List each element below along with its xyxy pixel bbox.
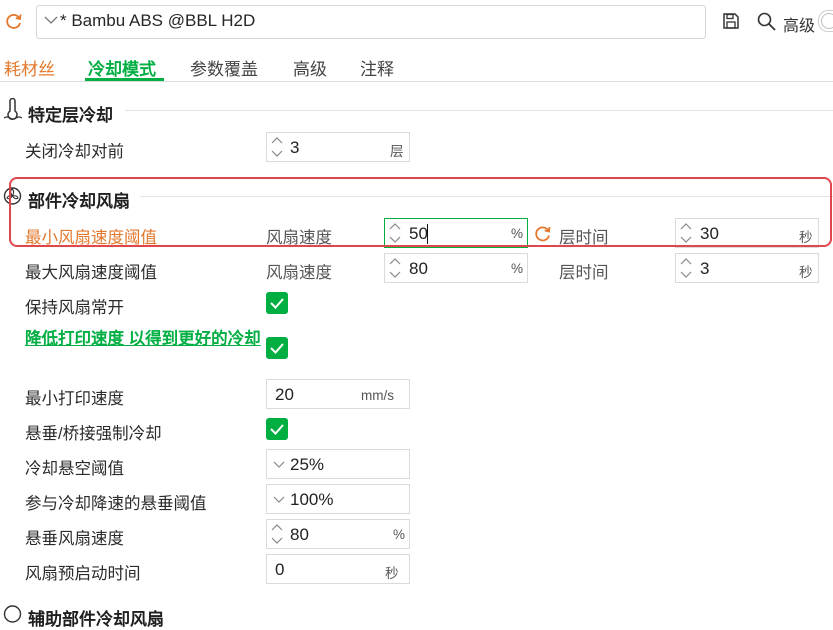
max-fan-speed-label: 风扇速度 bbox=[266, 264, 332, 282]
fan-icon bbox=[3, 605, 22, 623]
spinner-icon[interactable] bbox=[271, 135, 283, 159]
overhang-threshold-value: 25% bbox=[290, 455, 325, 474]
preset-name: * Bambu ABS @BBL H2D bbox=[60, 11, 256, 30]
overhang-fan-label: 悬垂风扇速度 bbox=[25, 530, 124, 548]
chevron-down-icon bbox=[273, 461, 285, 468]
max-fan-speed-unit: % bbox=[511, 261, 524, 276]
overhang-slow-select[interactable] bbox=[266, 484, 410, 514]
spinner-icon[interactable] bbox=[680, 256, 692, 280]
overhang-fan-value: 80 bbox=[290, 525, 309, 544]
checkmark-icon bbox=[270, 343, 284, 354]
max-fan-time-input[interactable] bbox=[675, 253, 819, 283]
tab-cooling[interactable]: 冷却模式 bbox=[88, 55, 156, 80]
spinner-icon[interactable] bbox=[271, 522, 283, 546]
tab-advanced[interactable]: 高级 bbox=[293, 55, 327, 80]
min-print-speed-label: 最小打印速度 bbox=[25, 390, 124, 408]
min-print-speed-value: 20 bbox=[275, 385, 294, 404]
fan-kickstart-unit: 秒 bbox=[385, 566, 399, 581]
advanced-mode-label: 高级 bbox=[783, 18, 816, 35]
overhang-force-checkbox[interactable] bbox=[266, 418, 288, 440]
section-divider bbox=[125, 110, 833, 111]
max-fan-time-unit: 秒 bbox=[799, 265, 813, 280]
close-cooling-unit: 层 bbox=[390, 144, 404, 159]
checkmark-icon bbox=[270, 424, 284, 435]
overhang-fan-input[interactable] bbox=[266, 519, 410, 549]
toggle-knob bbox=[821, 13, 833, 29]
max-fan-time-label: 层时间 bbox=[559, 264, 609, 282]
reset-icon[interactable] bbox=[4, 10, 24, 32]
overhang-slow-value: 100% bbox=[290, 490, 334, 509]
max-fan-time-value: 3 bbox=[700, 259, 710, 278]
close-cooling-value: 3 bbox=[290, 138, 300, 157]
fan-kickstart-label: 风扇预启动时间 bbox=[25, 565, 141, 583]
checkmark-icon bbox=[270, 298, 284, 309]
overhang-threshold-select[interactable] bbox=[266, 449, 410, 479]
max-fan-speed-value: 80 bbox=[409, 259, 428, 278]
section-title-layer-cooling: 特定层冷却 bbox=[28, 106, 113, 125]
slow-down-checkbox[interactable] bbox=[266, 337, 288, 359]
slow-down-label[interactable]: 降低打印速度 以得到更好的冷却 bbox=[25, 328, 270, 350]
tab-overrides[interactable]: 参数覆盖 bbox=[190, 55, 258, 80]
keep-fan-checkbox[interactable] bbox=[266, 292, 288, 314]
tab-filament[interactable]: 耗材丝 bbox=[4, 55, 55, 80]
close-cooling-label: 关闭冷却对前 bbox=[25, 143, 124, 161]
tab-notes[interactable]: 注释 bbox=[360, 55, 394, 80]
search-icon[interactable] bbox=[757, 12, 776, 31]
overhang-force-label: 悬垂/桥接强制冷却 bbox=[25, 425, 162, 443]
fan-kickstart-value: 0 bbox=[275, 560, 285, 579]
close-cooling-input[interactable] bbox=[266, 132, 410, 162]
overhang-threshold-label: 冷却悬空阈值 bbox=[25, 460, 124, 478]
advanced-mode-toggle[interactable] bbox=[818, 10, 833, 32]
thermometer-icon bbox=[3, 98, 22, 120]
tab-divider bbox=[0, 81, 833, 82]
spinner-icon[interactable] bbox=[389, 256, 401, 280]
overhang-slow-label: 参与冷却降速的悬垂阈值 bbox=[25, 495, 207, 513]
chevron-down-icon bbox=[44, 16, 58, 24]
save-icon[interactable] bbox=[722, 12, 740, 30]
max-fan-label: 最大风扇速度阈值 bbox=[25, 264, 157, 282]
highlight-box bbox=[9, 177, 832, 247]
section-title-aux-fan: 辅助部件冷却风扇 bbox=[28, 610, 164, 629]
min-print-speed-unit: mm/s bbox=[361, 388, 394, 403]
max-fan-speed-input[interactable] bbox=[384, 253, 528, 283]
overhang-fan-unit: % bbox=[393, 527, 406, 542]
keep-fan-label: 保持风扇常开 bbox=[25, 299, 124, 317]
chevron-down-icon bbox=[273, 496, 285, 503]
